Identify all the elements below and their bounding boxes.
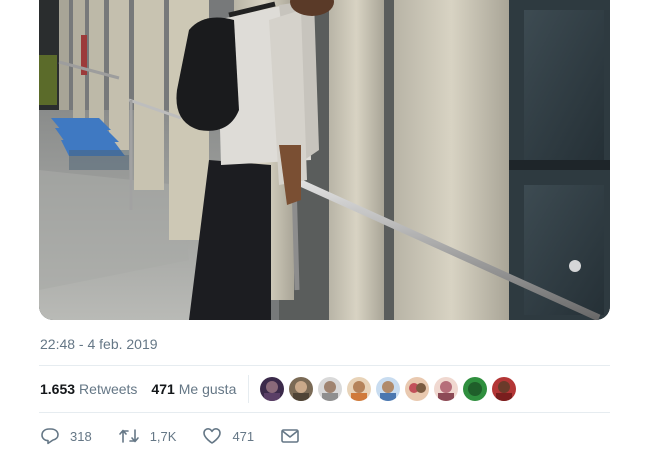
retweet-icon [118,429,139,443]
likes-count: 471 [151,381,175,397]
tweet-detail: 22:48 - 4 feb. 2019 1.653 Retweets 471 M… [0,0,649,462]
photo-illustration [39,0,610,320]
divider-top [39,365,610,366]
avatar-8[interactable] [463,377,488,401]
likes-stat[interactable]: 471 Me gusta [151,381,236,397]
liked-by-avatars [260,377,521,401]
retweets-stat[interactable]: 1.653 Retweets [40,381,137,397]
reply-count: 318 [70,428,92,444]
avatar-3[interactable] [318,377,343,401]
retweet-count: 1,7K [149,428,177,444]
retweets-count: 1.653 [40,381,76,397]
like-button[interactable]: 471 [202,427,254,445]
avatar-7[interactable] [434,377,459,401]
avatar-6[interactable] [405,377,430,401]
reply-button[interactable]: 318 [40,427,92,445]
direct-message-button[interactable] [280,427,310,445]
likes-label: Me gusta [178,381,237,397]
tweet-photo[interactable] [39,0,610,320]
retweets-label: Retweets [79,381,138,397]
tweet-stats: 1.653 Retweets 471 Me gusta [40,375,610,403]
like-count: 471 [232,428,255,444]
avatar-4[interactable] [347,377,372,401]
message-icon [281,429,299,443]
like-icon [203,428,222,444]
retweet-button[interactable]: 1,7K [118,427,177,445]
avatar-2[interactable] [289,377,314,401]
tweet-actions: 318 1,7K 471 [40,427,336,445]
reply-icon [41,428,59,445]
avatar-1[interactable] [260,377,285,401]
stats-divider [248,375,250,403]
avatar-9[interactable] [492,377,517,401]
tweet-timestamp[interactable]: 22:48 - 4 feb. 2019 [40,335,158,353]
divider-bottom [39,412,610,413]
avatar-5[interactable] [376,377,401,401]
